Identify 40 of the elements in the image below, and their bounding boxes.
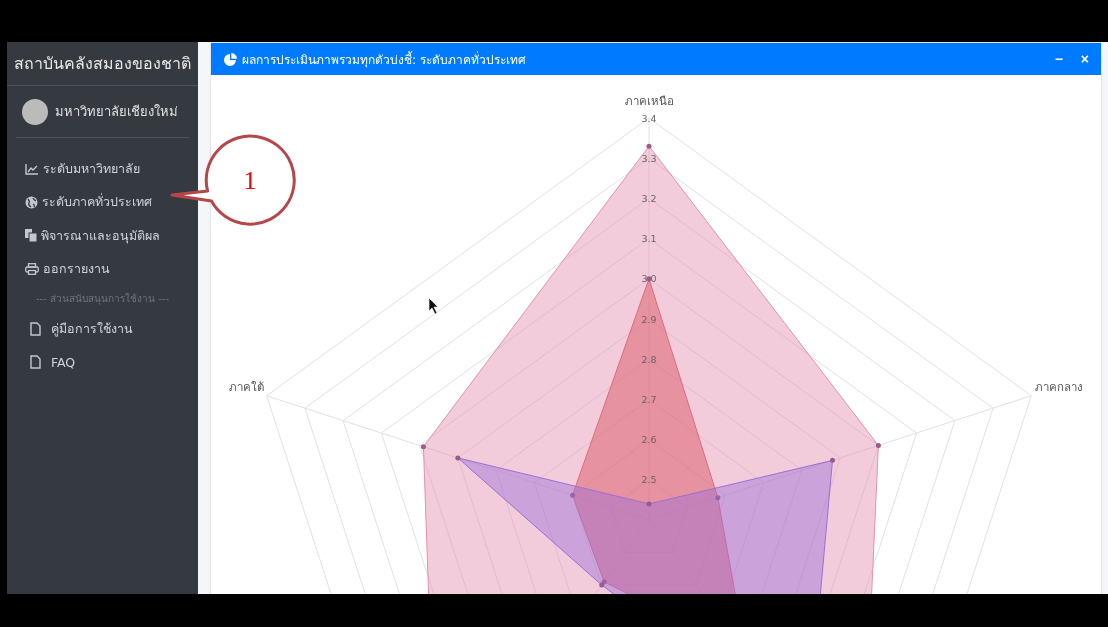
axis-tick-label: 2.5 <box>641 474 657 486</box>
nav-link-label: ออกรายงาน <box>43 260 110 279</box>
mouse-pointer-icon <box>428 297 439 315</box>
axis-tick-label: 3.1 <box>641 233 657 245</box>
nav-link[interactable]: ระดับมหาวิทยาลัย <box>7 152 198 186</box>
nav-link-label: คู่มือการใช้งาน <box>51 319 133 339</box>
nav-link[interactable]: พิจารณาและอนุมัติผล <box>7 219 198 253</box>
nav-link-label: ระดับภาคทั่วประเทศ <box>42 192 152 212</box>
close-button[interactable]: × <box>1078 51 1091 67</box>
axis-tick-label: 3.3 <box>641 152 657 164</box>
nav-link[interactable]: ระดับภาคทั่วประเทศ <box>7 185 198 219</box>
line-chart-icon <box>25 162 39 175</box>
axis-label: ภาคกลาง <box>1035 380 1083 394</box>
copy-icon <box>25 229 37 243</box>
axis-label: ภาคใต้ <box>229 380 264 394</box>
section-header: --- ส่วนสนับสนุนการใช้งาน --- <box>35 292 170 307</box>
callout-number: 1 <box>242 166 258 196</box>
pie-chart-icon <box>224 52 237 66</box>
file-icon <box>30 355 41 370</box>
axis-tick-label: 3.2 <box>641 192 657 204</box>
axis-tick-label: 2.9 <box>641 313 657 325</box>
nav-link[interactable]: ออกรายงาน <box>7 252 198 286</box>
nav-link[interactable]: คู่มือการใช้งาน <box>7 312 198 346</box>
avatar <box>22 98 48 125</box>
panel-title: ผลการประเมินภาพรวมทุกตัวบ่งชี้: ระดับภาคทั่วประเทศ <box>242 50 527 69</box>
axis-tick-label: 2.8 <box>641 353 657 365</box>
axis-label: ภาคเหนือ <box>624 94 674 108</box>
axis-tick-label: 3.4 <box>641 112 657 124</box>
nav-link-label: พิจารณาและอนุมัติผล <box>41 226 160 246</box>
printer-icon <box>25 263 39 276</box>
collapse-button[interactable]: − <box>1052 51 1065 67</box>
nav-link-label: FAQ <box>51 354 76 370</box>
globe-icon <box>25 195 38 209</box>
file-icon <box>30 321 41 336</box>
nav-link[interactable]: FAQ <box>7 345 198 379</box>
axis-tick-label: 2.6 <box>641 434 657 446</box>
axis-tick-label: 2.7 <box>641 393 657 405</box>
axis-tick-label: 3.0 <box>641 273 657 285</box>
nav-link-label: ระดับมหาวิทยาลัย <box>43 159 140 178</box>
user-name: มหาวิทยาลัยเชียงใหม่ <box>55 103 178 121</box>
